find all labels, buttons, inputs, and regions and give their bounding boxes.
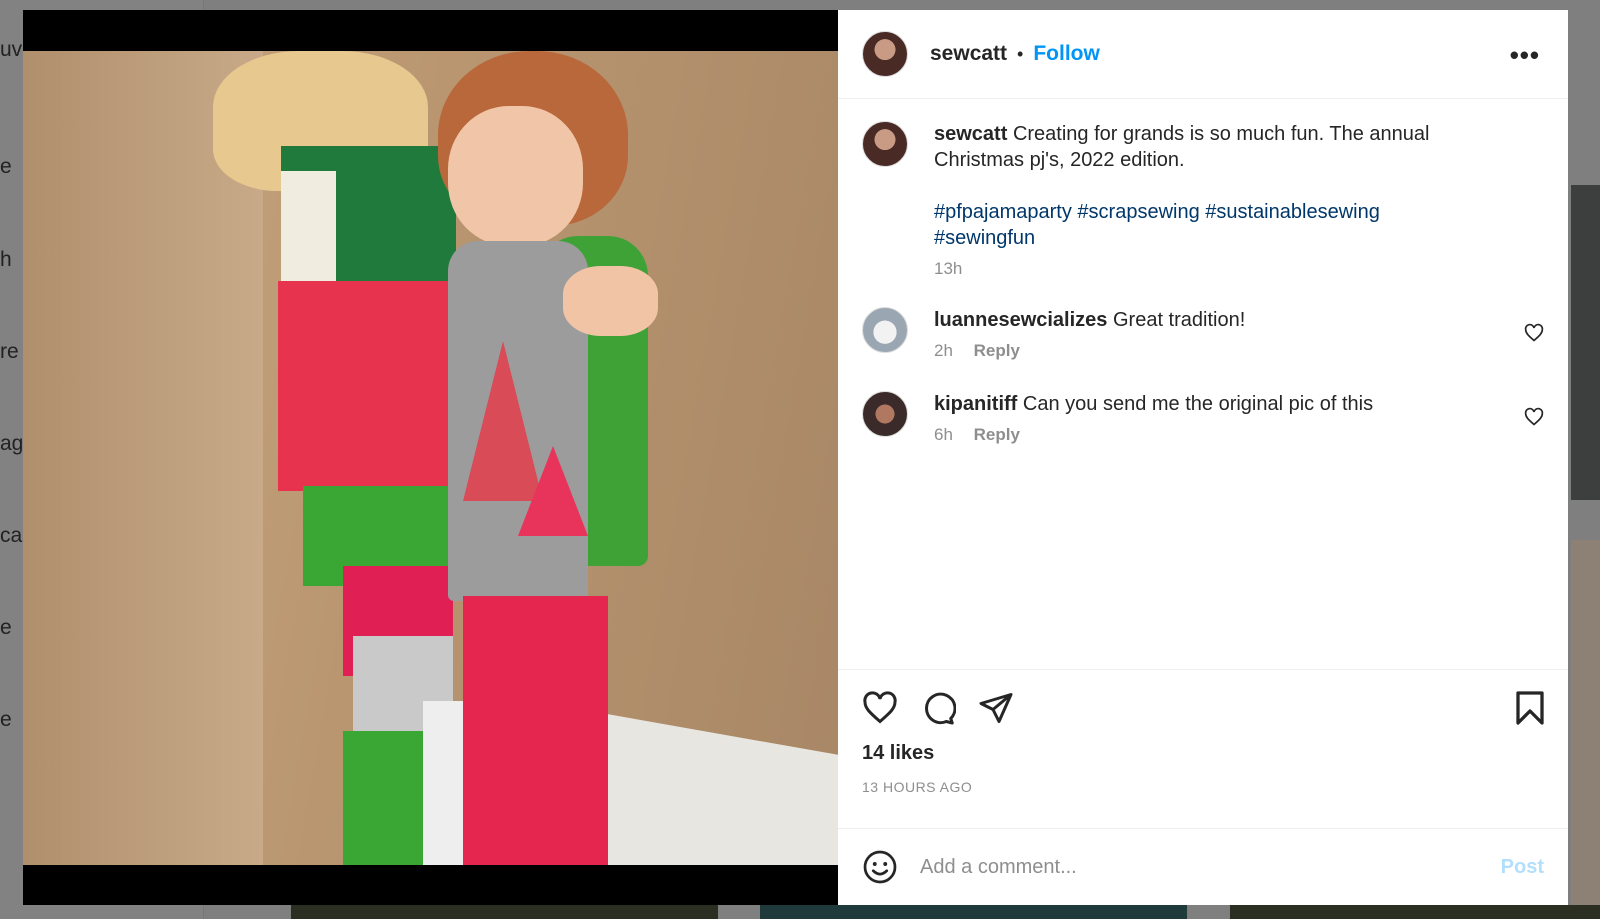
background-nav-text: ag [0,432,24,455]
likes-count[interactable]: 14 likes [862,742,1544,765]
author-avatar[interactable] [862,31,908,77]
comment-composer: Post [838,828,1568,905]
comments-section[interactable]: sewcatt Creating for grands is so much f… [838,99,1568,669]
reply-button[interactable]: Reply [974,341,1020,360]
photo-boy-pants [463,596,608,865]
heart-icon[interactable] [1524,407,1544,427]
more-icon[interactable]: ••• [1510,40,1540,71]
comment-meta: 6h Reply [934,425,1484,445]
author-username[interactable]: sewcatt [930,42,1007,66]
background-nav-text: h [0,248,12,271]
background-thumbnail [760,905,1187,919]
background-nav-text: uv [0,38,23,61]
caption-content: Creating for grands is so much fun. The … [934,123,1430,171]
post-header: sewcatt • Follow ••• [838,10,1568,99]
post-timestamp[interactable]: 13 HOURS AGO [862,779,1544,795]
background-thumbnail [1571,540,1600,905]
comment-text: luannesewcializes Great tradition! [934,307,1484,333]
commenter-avatar[interactable] [862,307,908,353]
caption-text: sewcatt Creating for grands is so much f… [934,121,1484,173]
caption-body: sewcatt Creating for grands is so much f… [934,121,1544,279]
emoji-icon[interactable] [862,849,898,885]
comment-time[interactable]: 6h [934,425,953,444]
photo-girl-shirt-print [281,171,336,291]
follow-button[interactable]: Follow [1033,42,1100,66]
post-button[interactable]: Post [1501,856,1544,879]
caption-meta: 13h [934,259,1484,279]
background-nav-text: ca [0,524,23,547]
background-nav-text: e [0,155,12,178]
background-thumbnail [1230,905,1600,919]
caption: sewcatt Creating for grands is so much f… [862,121,1544,279]
background-thumbnail [1571,185,1600,500]
commenter-avatar[interactable] [862,391,908,437]
save-icon[interactable] [1514,690,1546,726]
caption-author-username[interactable]: sewcatt [934,123,1007,145]
separator-dot: • [1017,43,1024,64]
photo-girl-hand [563,266,658,336]
photo-boy-face [448,106,583,246]
commenter-username[interactable]: kipanitiff [934,393,1017,415]
action-bar: 14 likes 13 HOURS AGO [838,669,1568,828]
action-icons [862,688,1544,728]
comment-icon[interactable] [920,690,956,726]
background-nav-text: re [0,340,19,363]
share-icon[interactable] [978,690,1014,726]
commenter-username[interactable]: luannesewcializes [934,309,1107,331]
comment-input[interactable] [920,855,1501,879]
comment-body: kipanitiff Can you send me the original … [934,391,1544,445]
comment-text: kipanitiff Can you send me the original … [934,391,1484,417]
post-media[interactable] [23,10,838,905]
comment-content: Can you send me the original pic of this [1022,393,1374,415]
comment-meta: 2h Reply [934,341,1484,361]
comment-item: luannesewcializes Great tradition! 2h Re… [862,307,1544,361]
comment-item: kipanitiff Can you send me the original … [862,391,1544,445]
caption-author-avatar[interactable] [862,121,908,167]
post-modal: sewcatt • Follow ••• sewcatt Creating fo… [23,10,1569,905]
background-nav-text: e [0,708,12,731]
comment-content: Great tradition! [1112,309,1246,331]
background-thumbnail [291,905,718,919]
background-nav-text: e [0,616,12,639]
comment-time[interactable]: 2h [934,341,953,360]
caption-hashtags[interactable]: #pfpajamaparty #scrapsewing #sustainable… [934,199,1484,251]
comment-body: luannesewcializes Great tradition! 2h Re… [934,307,1544,361]
caption-time[interactable]: 13h [934,259,962,278]
post-photo[interactable] [23,51,838,865]
photo-girl-leg [343,731,423,865]
photo-girl-shirt-bottom [278,281,463,491]
post-panel: sewcatt • Follow ••• sewcatt Creating fo… [838,10,1568,905]
reply-button[interactable]: Reply [974,425,1020,444]
like-icon[interactable] [862,690,898,726]
heart-icon[interactable] [1524,323,1544,343]
